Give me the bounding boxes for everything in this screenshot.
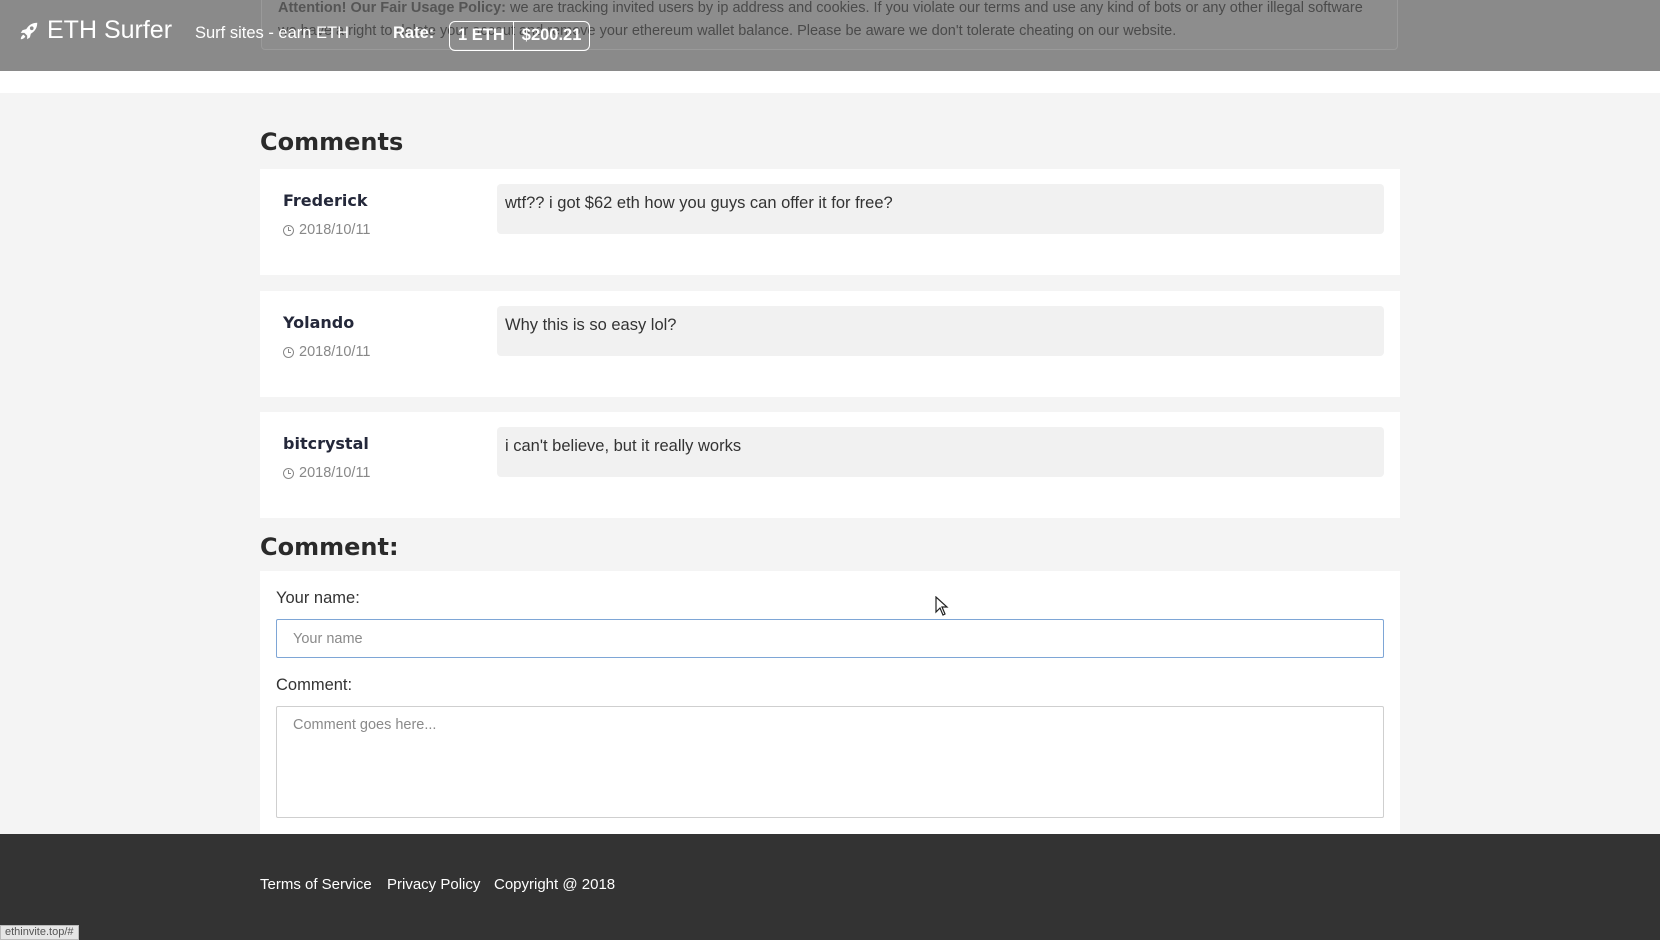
tagline: Surf sites - earn ETH xyxy=(195,24,350,42)
header-divider xyxy=(0,71,1660,93)
rate-value: $200.21 xyxy=(512,22,590,50)
comment-text: wtf?? i got $62 eth how you guys can off… xyxy=(497,184,1384,234)
comment-date-text: 2018/10/11 xyxy=(299,465,371,481)
mouse-cursor-icon xyxy=(935,596,949,616)
comment-date-text: 2018/10/11 xyxy=(299,344,371,360)
comment-author: Yolando xyxy=(283,313,355,332)
comment-text: Why this is so easy lol? xyxy=(497,306,1384,356)
comment-text: i can't believe, but it really works xyxy=(497,427,1384,477)
rate-unit: 1 ETH xyxy=(458,26,505,44)
brand-name: ETH Surfer xyxy=(47,16,173,44)
top-navbar: Attention! Our Fair Usage Policy: we are… xyxy=(0,0,1660,71)
comment-author: bitcrystal xyxy=(283,434,369,453)
comment-item: Yolando 2018/10/11 Why this is so easy l… xyxy=(260,291,1400,397)
terms-link[interactable]: Terms of Service xyxy=(260,876,372,893)
notice-text-line1: we are tracking invited users by ip addr… xyxy=(510,0,1363,16)
clock-icon xyxy=(283,467,294,479)
name-label: Your name: xyxy=(276,589,360,607)
brand-logo-link[interactable]: ETH Surfer xyxy=(18,16,172,45)
comment-form: Your name: Comment: xyxy=(260,571,1400,834)
footer: Terms of Service Privacy Policy Copyrigh… xyxy=(0,834,1660,940)
comment-date: 2018/10/11 xyxy=(283,344,371,360)
clock-icon xyxy=(283,224,294,236)
clock-icon xyxy=(283,346,294,358)
comment-item: bitcrystal 2018/10/11 i can't believe, b… xyxy=(260,412,1400,518)
comment-author: Frederick xyxy=(283,191,368,210)
comment-date: 2018/10/11 xyxy=(283,222,371,238)
status-bar-url: ethinvite.top/# xyxy=(0,925,79,940)
rate-label: Rate: xyxy=(393,24,435,42)
privacy-link[interactable]: Privacy Policy xyxy=(387,876,480,893)
rate-badge: 1 ETH $200.21 xyxy=(449,21,591,51)
name-input[interactable] xyxy=(276,619,1384,658)
comment-form-title: Comment: xyxy=(260,533,399,561)
comment-date: 2018/10/11 xyxy=(283,465,371,481)
comment-textarea[interactable] xyxy=(276,706,1384,818)
rocket-icon xyxy=(20,22,38,39)
comment-item: Frederick 2018/10/11 wtf?? i got $62 eth… xyxy=(260,169,1400,275)
notice-heading: Attention! Our Fair Usage Policy: xyxy=(278,0,506,16)
comment-date-text: 2018/10/11 xyxy=(299,222,371,238)
copyright-text: Copyright @ 2018 xyxy=(494,876,616,893)
comment-label: Comment: xyxy=(276,676,353,694)
comments-title: Comments xyxy=(260,128,404,156)
